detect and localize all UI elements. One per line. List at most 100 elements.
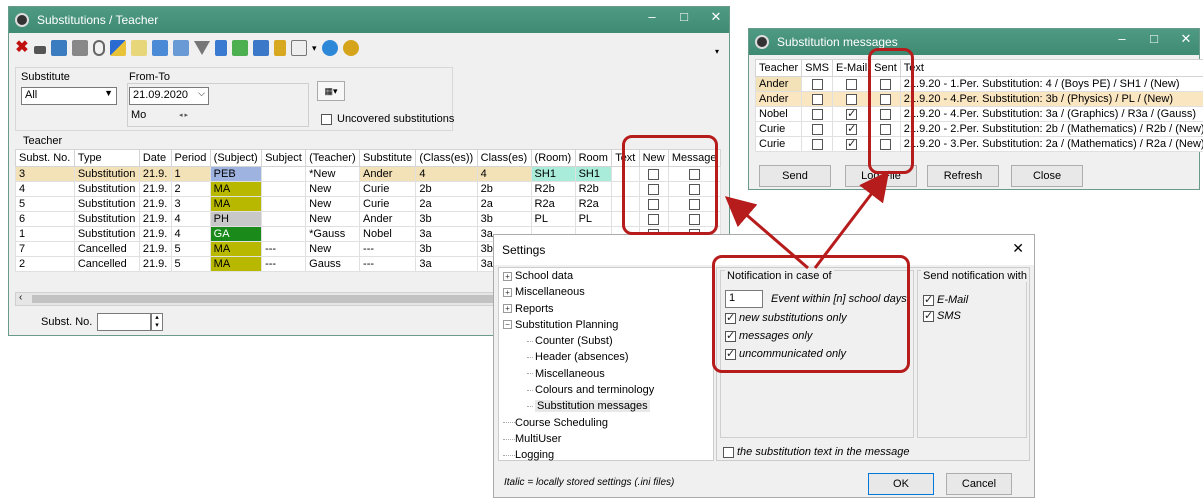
tree-item[interactable]: Header (absences) [503, 351, 654, 367]
cell-proom[interactable]: PL [530, 211, 576, 227]
table-icon[interactable] [232, 40, 248, 56]
cell-text[interactable]: 21.9.20 - 4.Per. Substitution: 3b / (Phy… [899, 91, 1203, 107]
col-proom[interactable]: (Room) [530, 149, 576, 167]
cell-date[interactable]: 21.9. [138, 181, 172, 197]
tree-item[interactable]: Colours and terminology [503, 384, 654, 400]
cell-classes[interactable]: 2b [476, 181, 532, 197]
cell-psubject[interactable]: MA [209, 256, 263, 272]
cell-sms[interactable] [801, 121, 833, 137]
cell-pclasses[interactable]: 3a [415, 226, 478, 242]
cell-period[interactable]: 5 [170, 256, 211, 272]
col-email[interactable]: E-Mail [831, 59, 872, 77]
message-row[interactable]: Curie 21.9.20 - 3.Per. Substitution: 2a /… [754, 136, 1203, 152]
cell-teacher[interactable]: Ander [754, 91, 803, 107]
cell-email[interactable] [831, 106, 872, 122]
lock-icon[interactable] [274, 40, 286, 56]
cell-text[interactable]: 21.9.20 - 2.Per. Substitution: 2b / (Mat… [899, 121, 1203, 137]
toolbar-overflow-icon[interactable]: ▾ [715, 47, 719, 56]
col-classes[interactable]: Class(es) [476, 149, 532, 167]
copy-icon[interactable] [173, 40, 189, 56]
email-checkbox[interactable] [846, 137, 858, 150]
close-icon[interactable]: ✕ [1179, 31, 1193, 47]
cell-period[interactable]: 3 [170, 196, 211, 212]
cell-substitute[interactable]: --- [359, 256, 417, 272]
globe-icon[interactable] [321, 40, 338, 56]
ok-button[interactable]: OK [868, 473, 934, 495]
subst-text-checkbox[interactable] [723, 446, 734, 458]
tree-item[interactable]: Miscellaneous [503, 368, 654, 384]
cell-teacher[interactable]: Curie [754, 121, 803, 137]
cell-substitute[interactable]: Ander [359, 166, 417, 182]
cell-subject[interactable] [261, 226, 307, 242]
sms-checkbox[interactable] [811, 78, 823, 90]
email-checkbox[interactable] [846, 122, 858, 135]
cell-room[interactable]: R2b [574, 181, 613, 197]
cell-period[interactable]: 4 [170, 211, 211, 227]
scroll-left-icon[interactable]: ‹ [19, 292, 22, 303]
cell-type[interactable]: Cancelled [73, 256, 140, 272]
cell-room[interactable]: R2a [574, 196, 613, 212]
col-psubject[interactable]: (Subject) [209, 149, 263, 167]
sms-checkbox[interactable] [811, 138, 823, 150]
tree-item[interactable]: Course Scheduling [503, 417, 654, 433]
cell-period[interactable]: 1 [170, 166, 211, 182]
cell-email[interactable] [831, 91, 872, 107]
cell-text[interactable]: 21.9.20 - 4.Per. Substitution: 3a / (Gra… [899, 106, 1203, 122]
cell-date[interactable]: 21.9. [138, 166, 172, 182]
dropdown-arrow-icon[interactable]: ▾ [312, 43, 317, 54]
col-subst-no[interactable]: Subst. No. [15, 149, 75, 167]
table-row[interactable]: 6 Substitution 21.9. 4 PH New Ander 3b 3b PL PL [15, 211, 722, 227]
cell-psubject[interactable]: PH [209, 211, 263, 227]
col-substitute[interactable]: Substitute [359, 149, 417, 167]
message-row[interactable]: Ander 21.9.20 - 1.Per. Substitution: 4 / … [754, 76, 1203, 92]
cell-text[interactable]: 21.9.20 - 1.Per. Substitution: 4 / (Boys… [899, 76, 1203, 92]
table-row[interactable]: 3 Substitution 21.9. 1 PEB *New Ander 4 4 SH1 SH1 [15, 166, 722, 182]
sms-checkbox[interactable] [811, 123, 823, 135]
cell-subst-no[interactable]: 1 [15, 226, 75, 242]
col-room[interactable]: Room [574, 149, 613, 167]
col-date[interactable]: Date [138, 149, 172, 167]
close-icon[interactable]: ✕ [1012, 240, 1024, 257]
email-checkbox[interactable] [846, 93, 858, 105]
minimize-icon[interactable]: – [645, 9, 659, 25]
cell-subst-no[interactable]: 5 [15, 196, 75, 212]
cell-pclasses[interactable]: 3a [415, 256, 478, 272]
cell-subject[interactable]: --- [261, 256, 307, 272]
maximize-icon[interactable]: □ [1147, 31, 1161, 47]
cell-pclasses[interactable]: 3b [415, 211, 478, 227]
message-row[interactable]: Nobel 21.9.20 - 4.Per. Substitution: 3a /… [754, 106, 1203, 122]
cell-substitute[interactable]: --- [359, 241, 417, 257]
close-button[interactable]: Close [1011, 165, 1083, 187]
tree-item[interactable]: MultiUser [503, 433, 654, 449]
cell-email[interactable] [831, 76, 872, 92]
cell-room[interactable]: SH1 [574, 166, 613, 182]
cell-date[interactable]: 21.9. [138, 256, 172, 272]
cell-pteacher[interactable]: New [305, 241, 361, 257]
cell-proom[interactable]: R2a [530, 196, 576, 212]
calculator-icon[interactable] [72, 40, 88, 56]
hat-icon[interactable] [34, 46, 46, 54]
cell-subst-no[interactable]: 6 [15, 211, 75, 227]
col-subject[interactable]: Subject [261, 149, 307, 167]
cancel-button[interactable]: Cancel [946, 473, 1012, 495]
stethoscope-icon[interactable] [93, 40, 105, 56]
cell-psubject[interactable]: PEB [209, 166, 263, 182]
calendar-button[interactable]: ▦▾ [317, 81, 345, 101]
cell-sms[interactable] [801, 76, 833, 92]
col-sms[interactable]: SMS [801, 59, 833, 77]
cell-subst-no[interactable]: 7 [15, 241, 75, 257]
col-pteacher[interactable]: (Teacher) [305, 149, 361, 167]
messages-titlebar[interactable]: Substitution messages – □ ✕ [749, 29, 1199, 55]
cell-pteacher[interactable]: *New [305, 166, 361, 182]
col-pclasses[interactable]: (Class(es)) [415, 149, 478, 167]
substitute-combo[interactable]: All ▼ [21, 87, 117, 105]
cell-type[interactable]: Substitution [73, 181, 140, 197]
wand-icon[interactable] [110, 40, 126, 56]
collapse-icon[interactable]: − [503, 320, 512, 330]
col-teacher[interactable]: Teacher [754, 59, 803, 77]
date-stepper-icon[interactable]: ◂ ▸ [179, 111, 188, 119]
cell-teacher[interactable]: Nobel [754, 106, 803, 122]
cell-email[interactable] [831, 136, 872, 152]
sms-checkbox[interactable] [811, 108, 823, 120]
cell-sms[interactable] [801, 136, 833, 152]
